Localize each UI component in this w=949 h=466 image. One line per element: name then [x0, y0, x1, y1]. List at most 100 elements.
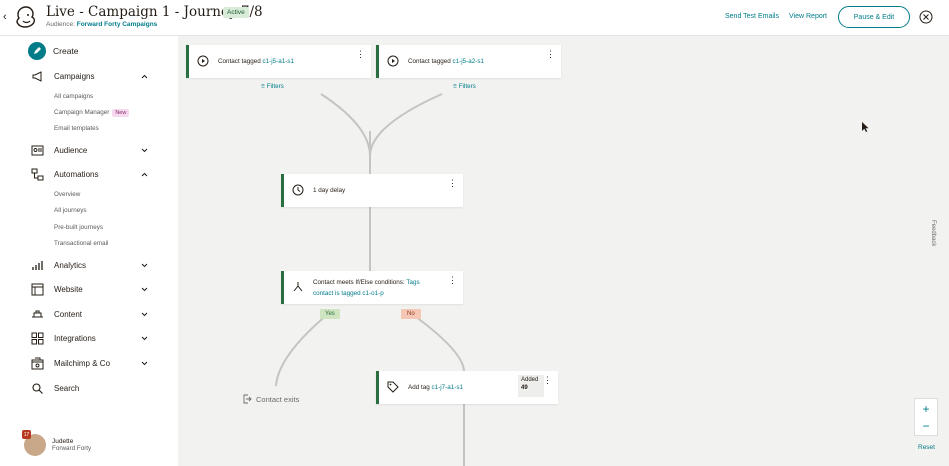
sidebar-item-content[interactable]: Content — [31, 307, 149, 321]
mouse-cursor-icon — [862, 122, 869, 132]
sidebar: Create Campaigns All campaigns Campaign … — [0, 36, 178, 466]
exit-icon — [243, 394, 252, 404]
no-branch-label: No — [401, 309, 421, 319]
added-label: Added — [521, 377, 539, 383]
connector-yes — [275, 313, 329, 387]
website-icon — [31, 283, 44, 296]
more-vertical-icon[interactable]: ⋮ — [448, 179, 457, 188]
sub-item-overview[interactable]: Overview — [54, 191, 80, 198]
condition-text: Contact meets If/Else conditions: Tags — [313, 279, 420, 286]
yes-branch-label: Yes — [320, 309, 340, 319]
user-menu[interactable]: 17 Judette Forward Forty — [22, 430, 91, 456]
play-icon — [387, 55, 399, 67]
trigger-prefix: Contact tagged — [408, 58, 453, 65]
sidebar-item-mailchimp-co[interactable]: Mailchimp & Co — [31, 356, 149, 370]
contact-exits: Contact exits — [242, 394, 299, 404]
chevron-up-icon — [140, 72, 149, 81]
megaphone-icon — [31, 70, 44, 83]
trigger-prefix: Contact tagged — [218, 58, 263, 65]
sidebar-item-analytics[interactable]: Analytics — [31, 258, 149, 272]
integrations-icon — [31, 332, 44, 345]
analytics-icon — [31, 259, 44, 272]
delay-node[interactable]: 1 day delay ⋮ — [281, 174, 463, 207]
filters-button-2[interactable]: ≡ Filters — [453, 83, 476, 90]
chevron-down-icon — [140, 334, 149, 343]
mailchimp-co-icon — [31, 357, 44, 370]
user-name: Judette — [52, 438, 74, 445]
audience-line: Audience: Forward Forty Campaigns — [46, 21, 157, 28]
trigger-node-1[interactable]: Contact tagged c1-j5-a1-s1 ⋮ — [186, 45, 371, 78]
sub-item-transactional-email[interactable]: Transactional email — [54, 240, 108, 247]
sidebar-item-label: Automations — [54, 169, 99, 179]
branch-icon — [293, 282, 303, 292]
close-icon[interactable] — [919, 10, 933, 24]
add-tag-node[interactable]: Add tag c1-j7-a1-s1 Added 49 ⋮ — [376, 371, 558, 404]
zoom-in-button[interactable]: + — [915, 400, 937, 418]
sub-item-all-campaigns[interactable]: All campaigns — [54, 93, 93, 100]
sidebar-item-audience[interactable]: Audience — [31, 143, 149, 157]
filters-label: Filters — [266, 83, 284, 90]
more-vertical-icon[interactable]: ⋮ — [546, 50, 555, 59]
condition-node[interactable]: Contact meets If/Else conditions: Tags c… — [281, 271, 463, 304]
connector-trigger1 — [320, 93, 371, 157]
notification-badge: 17 — [22, 430, 31, 439]
audience-link[interactable]: Forward Forty Campaigns — [77, 21, 158, 28]
sidebar-item-label: Campaigns — [54, 71, 95, 81]
zoom-controls: + − — [914, 398, 938, 436]
sidebar-item-label: Content — [54, 309, 83, 319]
mailchimp-logo — [16, 6, 36, 28]
more-vertical-icon[interactable]: ⋮ — [448, 276, 457, 285]
chevron-down-icon — [140, 261, 149, 270]
trigger-tag: c1-j5-a1-s1 — [262, 58, 294, 65]
send-test-emails-link[interactable]: Send Test Emails — [725, 13, 779, 20]
create-button[interactable]: Create — [28, 42, 79, 60]
sidebar-item-label: Website — [54, 284, 83, 294]
condition-tag-line1: Tags — [406, 279, 420, 286]
connector-trigger2 — [369, 93, 443, 157]
delay-text: 1 day delay — [313, 187, 346, 194]
feedback-tab[interactable]: Feedback — [930, 220, 936, 246]
sub-item-all-journeys[interactable]: All journeys — [54, 207, 87, 214]
add-tag-tag: c1-j7-a1-s1 — [431, 384, 463, 391]
back-chevron-icon[interactable]: ‹ — [3, 11, 7, 23]
avatar: 17 — [22, 430, 46, 456]
view-report-link[interactable]: View Report — [789, 13, 827, 20]
trigger-node-2[interactable]: Contact tagged c1-j5-a2-s1 ⋮ — [376, 45, 561, 78]
journey-canvas[interactable]: Contact tagged c1-j5-a1-s1 ⋮ ≡ Filters Co… — [178, 36, 949, 466]
sidebar-item-campaigns[interactable]: Campaigns — [31, 69, 149, 83]
add-tag-text: Add tag c1-j7-a1-s1 — [408, 384, 463, 391]
audience-icon — [31, 144, 44, 157]
condition-prefix: Contact meets If/Else conditions: — [313, 279, 407, 286]
sub-item-pre-built-journeys[interactable]: Pre-built journeys — [54, 224, 103, 231]
tag-icon — [387, 381, 399, 393]
sidebar-item-integrations[interactable]: Integrations — [31, 331, 149, 345]
automations-icon — [31, 168, 44, 181]
sidebar-item-label: Audience — [54, 145, 88, 155]
filters-label: Filters — [458, 83, 476, 90]
zoom-out-button[interactable]: − — [915, 417, 937, 435]
chevron-down-icon — [140, 285, 149, 294]
filters-button-1[interactable]: ≡ Filters — [261, 83, 284, 90]
sub-item-label: Campaign Manager — [54, 109, 110, 116]
play-icon — [197, 55, 209, 67]
search-icon — [31, 382, 44, 395]
sub-item-campaign-manager[interactable]: Campaign Manager New — [54, 109, 130, 117]
pause-edit-button[interactable]: Pause & Edit — [838, 6, 910, 28]
sidebar-item-search[interactable]: Search — [31, 381, 149, 395]
sidebar-item-label: Search — [54, 383, 80, 393]
trigger-text: Contact tagged c1-j5-a2-s1 — [408, 58, 484, 65]
chevron-up-icon — [140, 170, 149, 179]
exits-label: Contact exits — [256, 394, 300, 404]
reset-zoom-button[interactable]: Reset — [918, 444, 935, 451]
add-tag-prefix: Add tag — [408, 384, 432, 391]
added-count: 49 — [521, 385, 528, 391]
sidebar-item-automations[interactable]: Automations — [31, 167, 149, 181]
more-vertical-icon[interactable]: ⋮ — [543, 376, 552, 385]
pencil-icon — [28, 42, 46, 60]
audience-prefix: Audience: — [46, 21, 75, 28]
more-vertical-icon[interactable]: ⋮ — [356, 50, 365, 59]
sidebar-item-website[interactable]: Website — [31, 282, 149, 296]
sub-item-email-templates[interactable]: Email templates — [54, 125, 99, 132]
content-icon — [31, 308, 44, 321]
filter-icon: ≡ — [261, 83, 265, 90]
